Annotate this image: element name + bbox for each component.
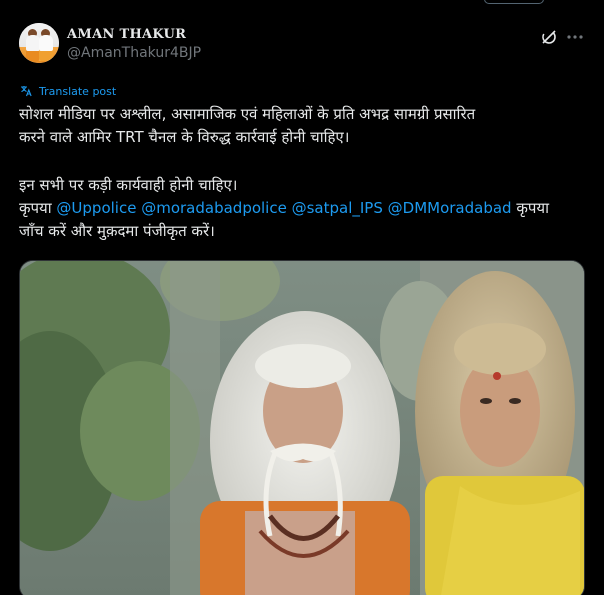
translate-label[interactable]: Translate post: [39, 85, 116, 98]
more-icon[interactable]: [566, 28, 584, 46]
author-handle[interactable]: @AmanThakur4BJP: [67, 45, 201, 61]
post-text-fragment: कृपया: [19, 199, 52, 217]
mention-link[interactable]: @satpal_IPS: [292, 199, 383, 217]
post-line: इन सभी पर कड़ी कार्यवाही होनी चाहिए।: [19, 176, 238, 194]
mention-link[interactable]: @DMMoradabad: [388, 199, 512, 217]
grok-icon[interactable]: [540, 28, 558, 46]
post-header: AMAN THAKUR @AmanThakur4BJP: [0, 0, 604, 80]
post-line: सोशल मीडिया पर अश्लील, असामाजिक एवं महिल…: [19, 105, 476, 123]
post-line-mentions: कृपया @Uppolice @moradabadpolice @satpal…: [19, 197, 589, 220]
avatar[interactable]: [19, 23, 59, 63]
mention-link[interactable]: @moradabadpolice: [141, 199, 287, 217]
translate-post-link[interactable]: Translate post: [19, 83, 116, 99]
post-text: सोशल मीडिया पर अश्लील, असामाजिक एवं महिल…: [19, 103, 589, 243]
mention-link[interactable]: @Uppolice: [56, 199, 136, 217]
post-media-video[interactable]: [19, 260, 585, 595]
media-image: [20, 261, 584, 595]
translate-icon: [21, 86, 32, 97]
post-line: जाँच करें और मुक़दमा पंजीकृत करें।: [19, 222, 215, 240]
post-text-fragment: कृपया: [516, 199, 549, 217]
post-line: करने वाले आमिर TRT चैनल के विरुद्ध कार्र…: [19, 128, 350, 146]
author-display-name[interactable]: AMAN THAKUR: [67, 27, 186, 42]
